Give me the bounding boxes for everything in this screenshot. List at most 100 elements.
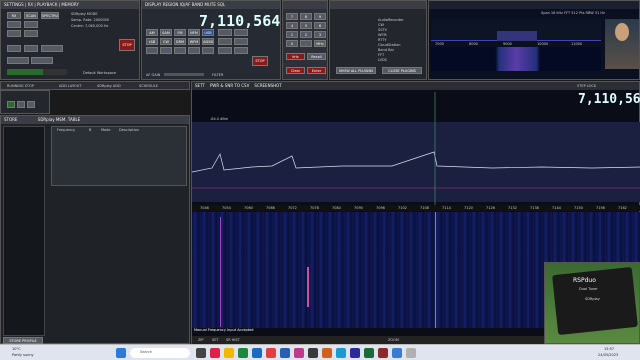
key-6[interactable]: 6 xyxy=(314,22,326,29)
key-8[interactable]: 8 xyxy=(300,13,312,20)
plugin-2[interactable]: CW xyxy=(378,23,384,27)
btn-a8[interactable] xyxy=(7,57,29,64)
play-button[interactable] xyxy=(7,101,15,108)
pause-button[interactable] xyxy=(17,101,25,108)
app-icon-9[interactable] xyxy=(322,348,332,358)
key-2[interactable]: 2 xyxy=(300,31,312,38)
mode-lsb[interactable]: LSB xyxy=(146,38,158,45)
app-icon-6[interactable] xyxy=(280,348,290,358)
key-9[interactable]: 9 xyxy=(314,13,326,20)
btn-b6[interactable] xyxy=(160,47,172,54)
btn-b1[interactable] xyxy=(218,29,232,36)
btn-b5[interactable] xyxy=(146,47,158,54)
panel-a-tab-2[interactable]: RX xyxy=(28,2,34,7)
weather-temp[interactable]: 10°C xyxy=(12,347,21,351)
key-recall[interactable]: Recall xyxy=(307,53,326,60)
plugin-9[interactable]: LVDS xyxy=(378,58,387,62)
panel-a-tab-3[interactable]: PLAYBACK xyxy=(37,2,57,7)
btn-a1[interactable] xyxy=(7,21,21,28)
plugin-4[interactable]: WFM xyxy=(378,33,387,37)
stop-button-a[interactable]: STOP xyxy=(119,39,135,51)
show-all-plugins-button[interactable]: SHOW ALL PLUGINS xyxy=(336,67,376,74)
plugin-7[interactable]: Band Bar xyxy=(378,48,394,52)
mode-sam[interactable]: SAM xyxy=(160,29,172,36)
app-icon-13[interactable] xyxy=(378,348,388,358)
plugin-3[interactable]: SSTV xyxy=(378,28,387,32)
panel-b-tab-5[interactable]: MUTE xyxy=(205,2,216,7)
app-icon-15[interactable] xyxy=(406,348,416,358)
panel-b-tab-3[interactable]: IQ/AF xyxy=(180,2,191,7)
btn-b9[interactable] xyxy=(202,47,214,54)
key-4[interactable]: 4 xyxy=(286,22,298,29)
key-3[interactable]: 3 xyxy=(314,31,326,38)
plugin-1[interactable]: AudioRecorder xyxy=(378,18,404,22)
plugin-8[interactable]: FFT xyxy=(378,53,384,57)
key-mhz[interactable]: MHz xyxy=(314,40,326,47)
key-5[interactable]: 5 xyxy=(300,22,312,29)
mode-drm[interactable]: DRM xyxy=(174,38,186,45)
app-icon-12[interactable] xyxy=(364,348,374,358)
btn-b3[interactable] xyxy=(218,38,232,45)
app-icon-1[interactable] xyxy=(210,348,220,358)
btn-a6[interactable] xyxy=(24,45,38,52)
bottom-tab-4[interactable]: ZOOM xyxy=(388,338,399,342)
start-icon[interactable] xyxy=(116,348,126,358)
mode-usb[interactable]: USB xyxy=(202,29,214,36)
spectrum-button[interactable]: SPECTRUM xyxy=(41,12,59,19)
panel-b-tab-1[interactable]: DISPLAY xyxy=(145,2,161,7)
frequency-display[interactable]: 7,110,564 xyxy=(199,12,280,30)
key-dot[interactable]: . xyxy=(300,40,312,47)
btn-b11[interactable] xyxy=(234,47,248,54)
stop-transport-button[interactable] xyxy=(27,101,35,108)
btn-a5[interactable] xyxy=(7,45,21,52)
memory-table[interactable] xyxy=(51,126,187,186)
app-icon-14[interactable] xyxy=(392,348,402,358)
app-icon-2[interactable] xyxy=(224,348,234,358)
close-plugins-button[interactable]: CLOSE PLUGINS xyxy=(382,67,422,74)
btn-a4[interactable] xyxy=(24,30,38,37)
stop-button-b[interactable]: STOP xyxy=(252,56,268,66)
btn-b7[interactable] xyxy=(174,47,186,54)
mode-wfm[interactable]: WFM xyxy=(188,38,200,45)
taskview-icon[interactable] xyxy=(196,348,206,358)
app-icon-8[interactable] xyxy=(308,348,318,358)
key-clear[interactable]: Clear xyxy=(286,67,305,74)
btn-a7[interactable] xyxy=(41,45,63,52)
bottom-tab-3[interactable]: SR HIST xyxy=(226,338,240,342)
key-0[interactable]: 0 xyxy=(286,40,298,47)
btn-a9[interactable] xyxy=(31,57,53,64)
app-icon-11[interactable] xyxy=(350,348,360,358)
toolbar2-item-3[interactable]: SDRplay ADD xyxy=(97,84,121,88)
mode-nfm[interactable]: NFM xyxy=(188,29,200,36)
toolbar2-item-1[interactable]: RUNNING STOP xyxy=(7,84,34,88)
bottom-tab-1[interactable]: ZIP xyxy=(198,338,204,342)
panel-a-tab-1[interactable]: SETTINGS xyxy=(4,2,24,7)
search-box[interactable] xyxy=(130,348,190,358)
panel-b-tab-4[interactable]: BAND xyxy=(192,2,204,7)
btn-a2[interactable] xyxy=(24,21,38,28)
app-icon-10[interactable] xyxy=(336,348,346,358)
plugin-6[interactable]: CloudStation xyxy=(378,43,400,47)
scan-button[interactable]: SCAN xyxy=(24,12,38,19)
app-icon-3[interactable] xyxy=(238,348,248,358)
btn-b4[interactable] xyxy=(234,38,248,45)
key-khz[interactable]: kHz xyxy=(286,53,305,60)
mode-cw[interactable]: CW xyxy=(160,38,172,45)
rx-button[interactable]: RX xyxy=(7,12,21,19)
key-7[interactable]: 7 xyxy=(286,13,298,20)
memory-left-list[interactable] xyxy=(3,126,45,336)
clock-time[interactable]: 15:57 xyxy=(604,347,614,351)
af-gain-slider[interactable] xyxy=(164,73,204,76)
btn-b10[interactable] xyxy=(218,47,232,54)
mode-am[interactable]: AM xyxy=(146,29,158,36)
key-enter[interactable]: Enter xyxy=(307,67,326,74)
toolbar2-item-2[interactable]: ADD LAYOUT xyxy=(59,84,81,88)
btn-b8[interactable] xyxy=(188,47,200,54)
mode-adsb[interactable]: ADSB xyxy=(202,38,214,45)
app-icon-7[interactable] xyxy=(294,348,304,358)
panel-b-tab-2[interactable]: REGION xyxy=(163,2,179,7)
panel-b-tab-6[interactable]: SQL xyxy=(217,2,225,7)
store-profile-button[interactable]: STORE PROFILE xyxy=(3,337,43,344)
plugin-5[interactable]: RTTY xyxy=(378,38,387,42)
bottom-tab-2[interactable]: SET xyxy=(212,338,219,342)
